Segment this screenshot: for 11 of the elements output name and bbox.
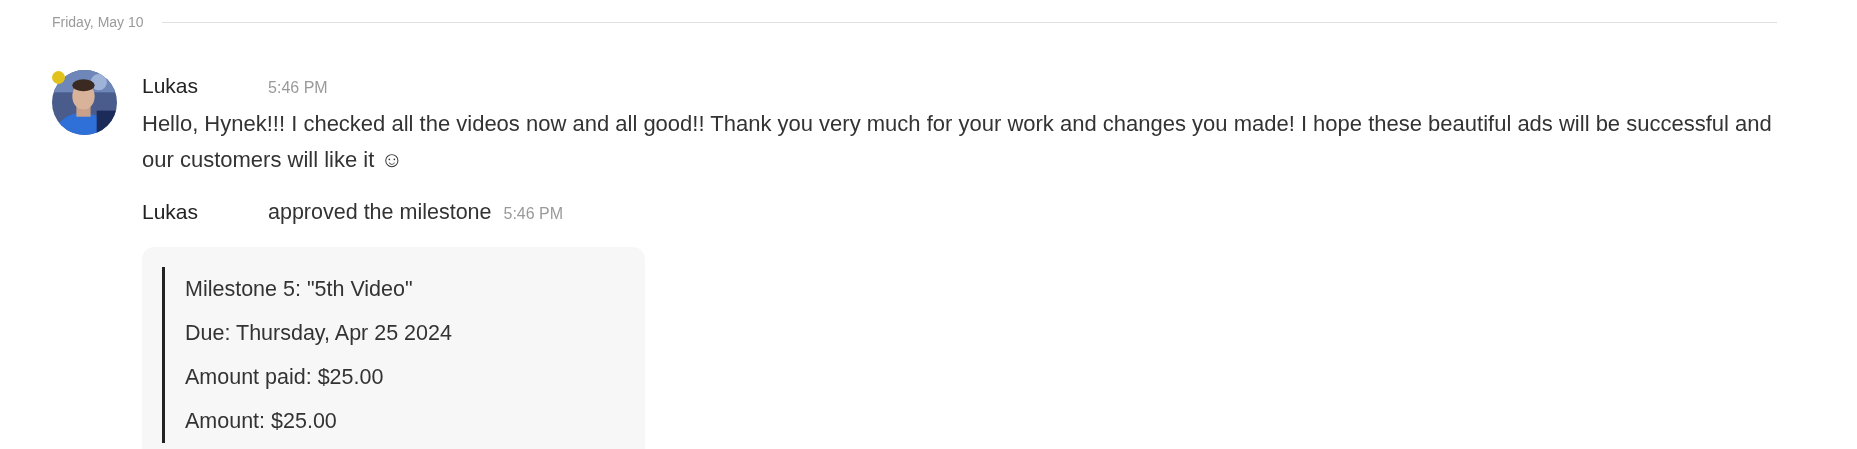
milestone-detail: Amount paid: $25.00 (185, 364, 385, 391)
message-time: 5:46 PM (268, 79, 328, 97)
event-text: approved the milestone (268, 200, 492, 225)
milestone-detail: Amount: $25.00 (185, 408, 338, 435)
event-time: 5:46 PM (503, 205, 564, 223)
date-label: Friday, May 10 (52, 14, 144, 30)
milestone-detail: Due: Thursday, Apr 25 2024 (185, 320, 453, 347)
message-text: Hello, Hynek!!! I checked all the videos now and all good!! Thank you very much for your work and changes you made! I hope these beautiful ads will be successful and our customers will like it ☺ (142, 110, 1773, 174)
author-name: Lukas (142, 74, 199, 98)
milestone-detail: Milestone 5: "5th Video" (185, 276, 414, 303)
author-name: Lukas (142, 200, 200, 224)
